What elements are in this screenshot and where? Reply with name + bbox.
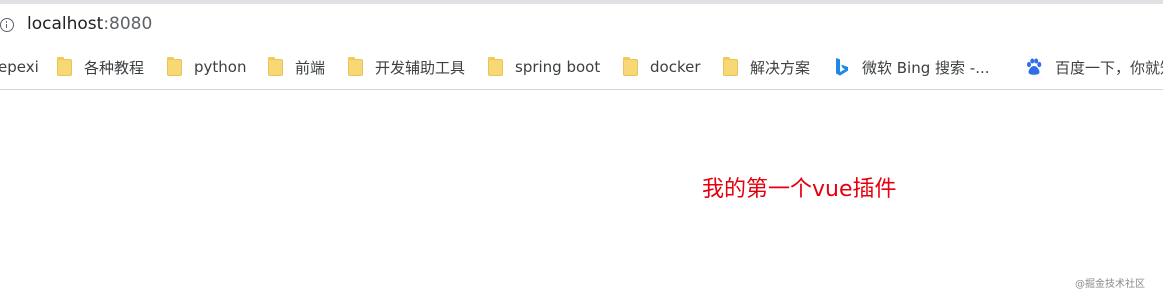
bookmark-baidu[interactable]: 百度一下，你就知 — [1025, 44, 1163, 89]
bookmark-label: 开发辅助工具 — [375, 58, 466, 77]
folder-icon — [268, 56, 283, 76]
url-text[interactable]: localhost:8080 — [27, 14, 152, 34]
folder-icon — [348, 56, 363, 76]
bookmark-docker[interactable]: docker — [623, 44, 701, 89]
info-icon[interactable] — [0, 18, 14, 32]
plugin-message: 我的第一个vue插件 — [702, 177, 897, 202]
folder-icon — [623, 56, 638, 76]
bookmark-label: 微软 Bing 搜索 -... — [862, 58, 990, 77]
bookmark-label: python — [194, 58, 247, 76]
folder-icon — [57, 56, 72, 76]
bookmarks-bar: epexi 各种教程 python 前端 开发辅助工具 spring boot … — [0, 44, 1163, 90]
bookmark-tutorials[interactable]: 各种教程 — [57, 44, 145, 89]
folder-icon — [167, 56, 182, 76]
bookmark-label: 解决方案 — [750, 58, 811, 77]
bookmark-label: 百度一下，你就知 — [1055, 58, 1163, 77]
bookmark-epexi[interactable]: epexi — [0, 44, 39, 89]
bookmark-spring-boot[interactable]: spring boot — [488, 44, 601, 89]
folder-icon — [723, 56, 738, 76]
folder-icon — [488, 56, 503, 76]
bookmark-frontend[interactable]: 前端 — [268, 44, 326, 89]
watermark: @掘金技术社区 — [1075, 279, 1145, 290]
address-bar[interactable]: localhost:8080 — [0, 4, 1163, 44]
url-host: localhost — [27, 14, 104, 34]
bookmark-solutions[interactable]: 解决方案 — [723, 44, 811, 89]
bing-icon — [836, 58, 848, 76]
page-content: 我的第一个vue插件 @掘金技术社区 — [0, 90, 1163, 292]
bookmark-label: spring boot — [515, 58, 601, 76]
bookmark-bing[interactable]: 微软 Bing 搜索 -... — [834, 44, 990, 89]
bookmark-label: 各种教程 — [84, 58, 145, 77]
bookmark-label: 前端 — [295, 58, 326, 77]
url-port: :8080 — [103, 14, 153, 34]
bookmark-label: epexi — [0, 58, 39, 76]
bookmark-label: docker — [650, 58, 701, 76]
baidu-paw-icon — [1027, 58, 1042, 75]
bookmark-dev-tools[interactable]: 开发辅助工具 — [348, 44, 466, 89]
bookmark-python[interactable]: python — [167, 44, 247, 89]
